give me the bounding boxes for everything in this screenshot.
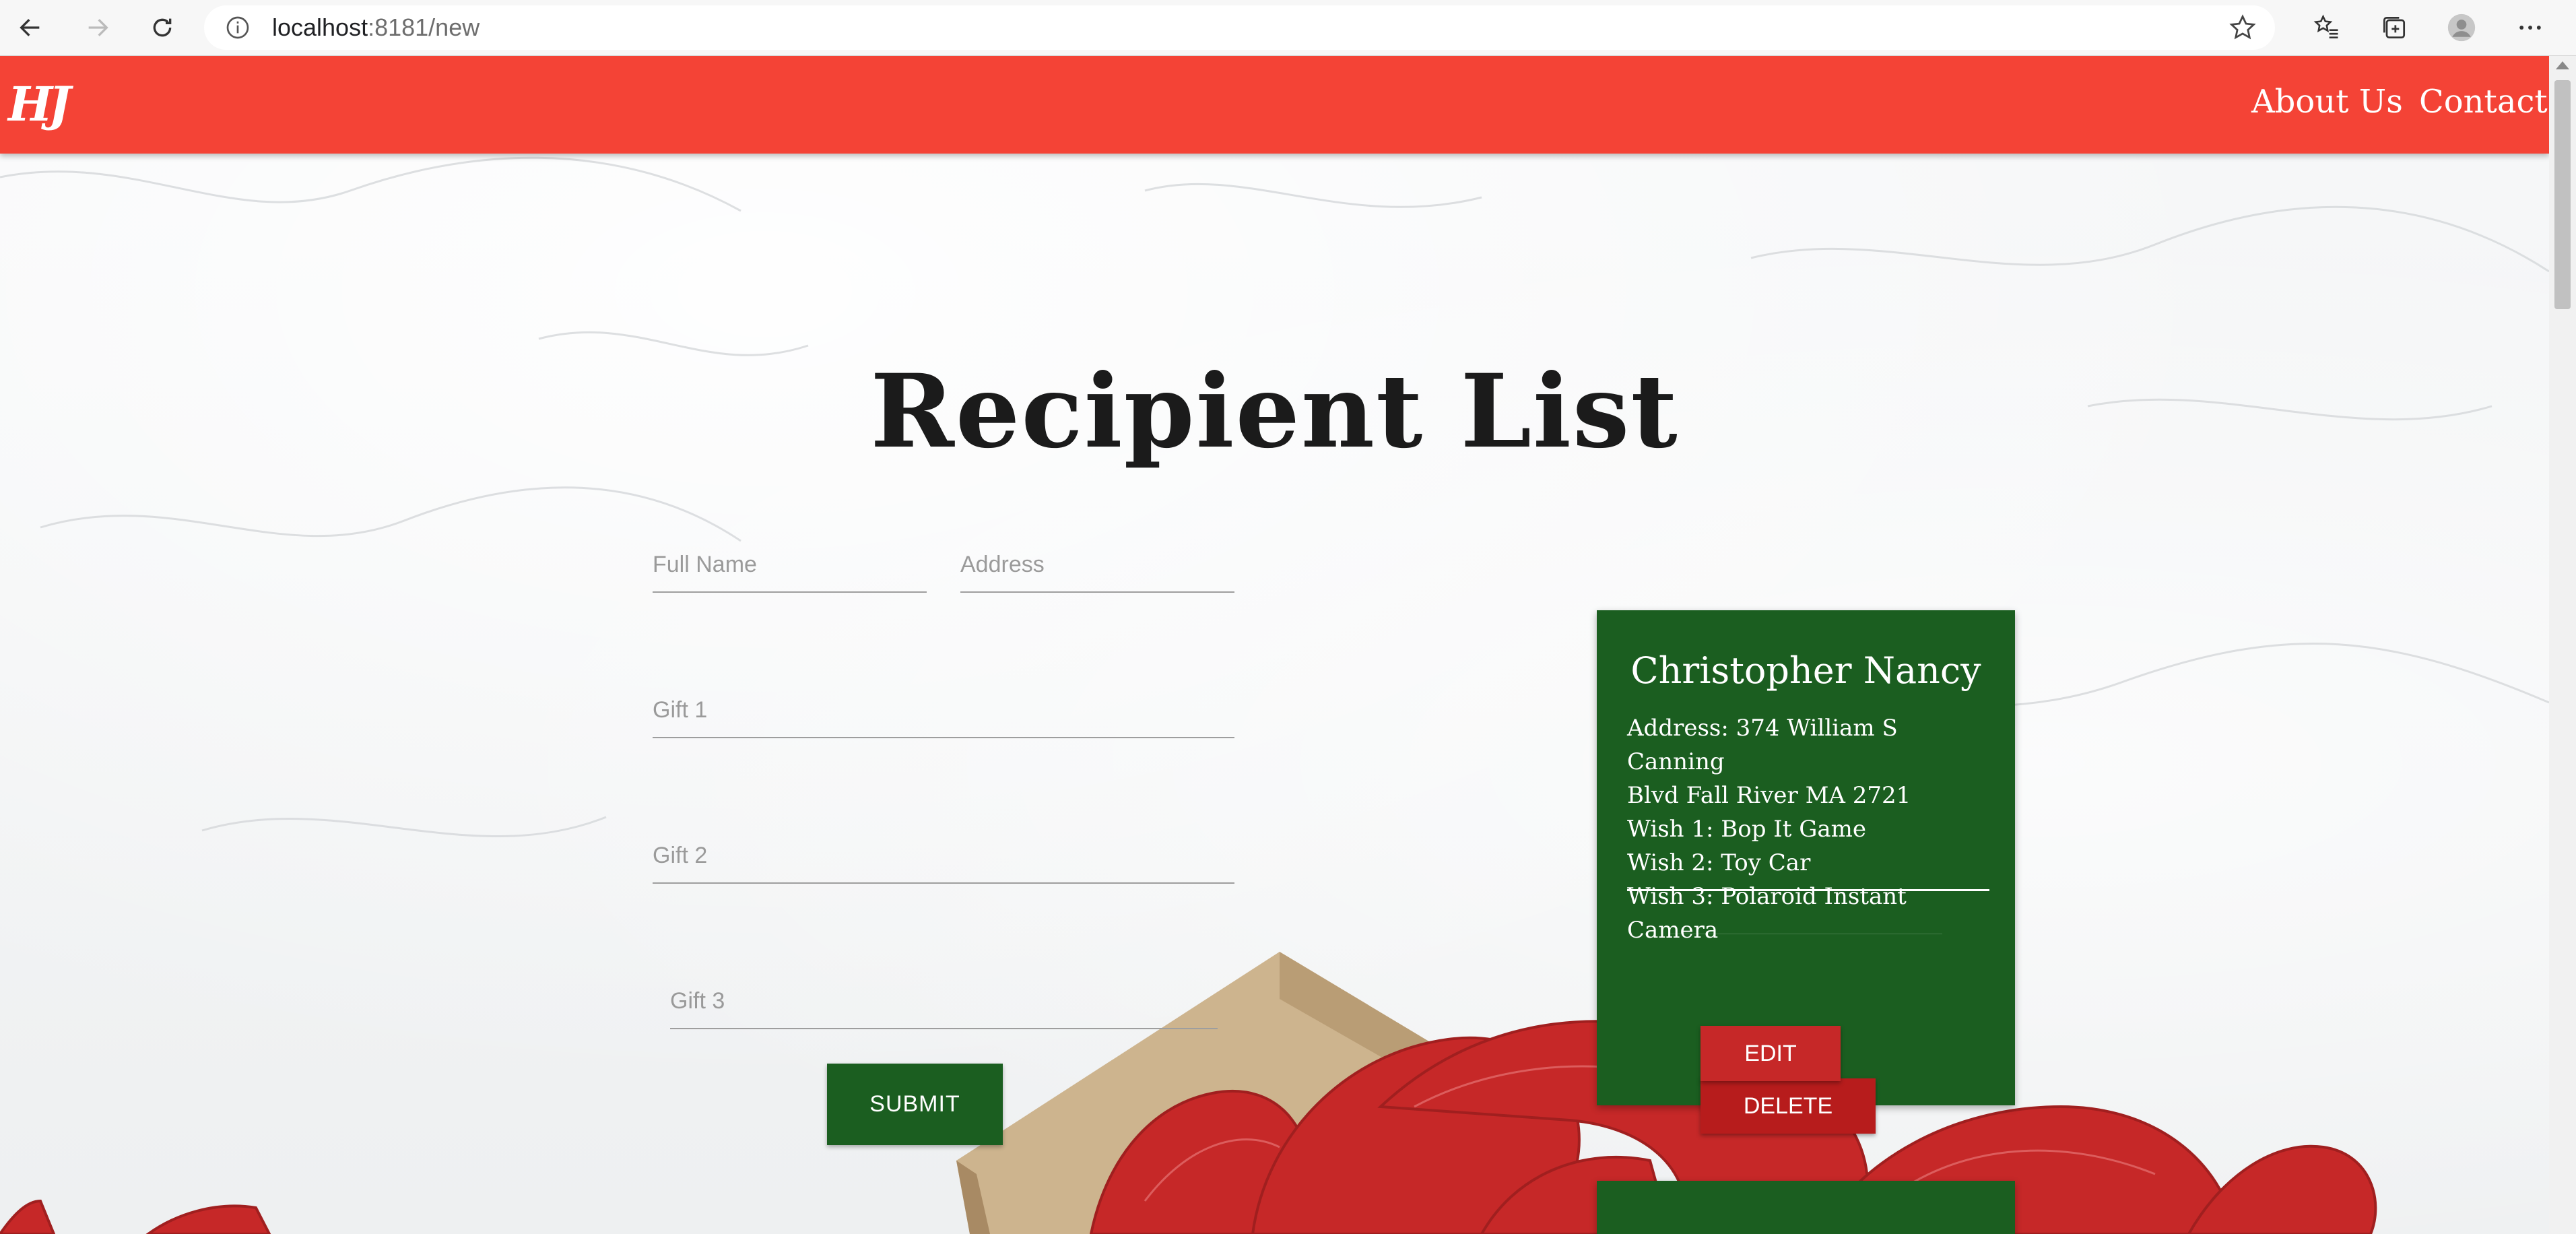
recipient-details: Address: 374 William S Canning Blvd Fall… (1627, 711, 1991, 947)
recipient-name: Christopher Nancy (1630, 649, 1981, 692)
gift3-input[interactable] (670, 988, 1218, 1029)
recipient-address-line1: Address: 374 William S Canning (1627, 715, 1898, 775)
address-bar[interactable]: localhost:8181/new (204, 5, 2275, 50)
recipient-card: Christopher Nancy Address: 374 William S… (1597, 610, 2015, 1134)
page-scrollbar[interactable] (2549, 56, 2576, 1234)
recipient-address-line2: Blvd Fall River MA 2721 (1627, 782, 1911, 809)
full-name-field (653, 552, 927, 593)
recipient-wish-1: Wish 1: Bop It Game (1627, 816, 1866, 843)
gift1-input[interactable] (653, 697, 1234, 738)
refresh-icon[interactable] (142, 7, 183, 48)
nav-about-us[interactable]: About Us (2251, 83, 2403, 121)
scrollbar-thumb[interactable] (2554, 80, 2571, 309)
card-divider (1627, 889, 1989, 891)
page-viewport: HJ About Us Contact Recipient List SUBMI… (0, 56, 2549, 1234)
gift3-field (670, 988, 1218, 1029)
star-icon[interactable] (2228, 13, 2257, 42)
info-icon[interactable] (224, 14, 251, 41)
background-illustration (0, 156, 2549, 1234)
url-host: localhost (272, 13, 368, 41)
favorites-icon[interactable] (2310, 11, 2344, 44)
page-title: Recipient List (870, 352, 1679, 471)
gift1-field (653, 697, 1234, 738)
gift2-field (653, 843, 1234, 884)
address-field (960, 552, 1234, 593)
browser-toolbar: localhost:8181/new (0, 0, 2576, 56)
edit-button[interactable]: EDIT (1700, 1026, 1841, 1081)
collections-icon[interactable] (2377, 11, 2411, 44)
app-header: HJ About Us Contact (0, 56, 2549, 154)
address-input[interactable] (960, 552, 1234, 593)
recipient-wish-2: Wish 2: Toy Car (1627, 849, 1811, 876)
forward-arrow-icon[interactable] (77, 7, 118, 48)
url-text[interactable]: localhost:8181/new (272, 5, 480, 50)
scroll-up-arrow-icon[interactable] (2556, 61, 2569, 69)
url-path: :8181/new (368, 13, 480, 41)
more-icon[interactable] (2513, 11, 2547, 44)
nav-contact[interactable]: Contact (2419, 83, 2548, 121)
full-name-input[interactable] (653, 552, 927, 593)
gift2-input[interactable] (653, 843, 1234, 884)
logo[interactable]: HJ (8, 76, 71, 132)
recipient-card (1597, 1181, 2015, 1234)
submit-button[interactable]: SUBMIT (827, 1064, 1003, 1145)
back-arrow-icon[interactable] (10, 7, 51, 48)
profile-icon[interactable] (2445, 11, 2478, 44)
delete-button[interactable]: DELETE (1700, 1078, 1876, 1134)
